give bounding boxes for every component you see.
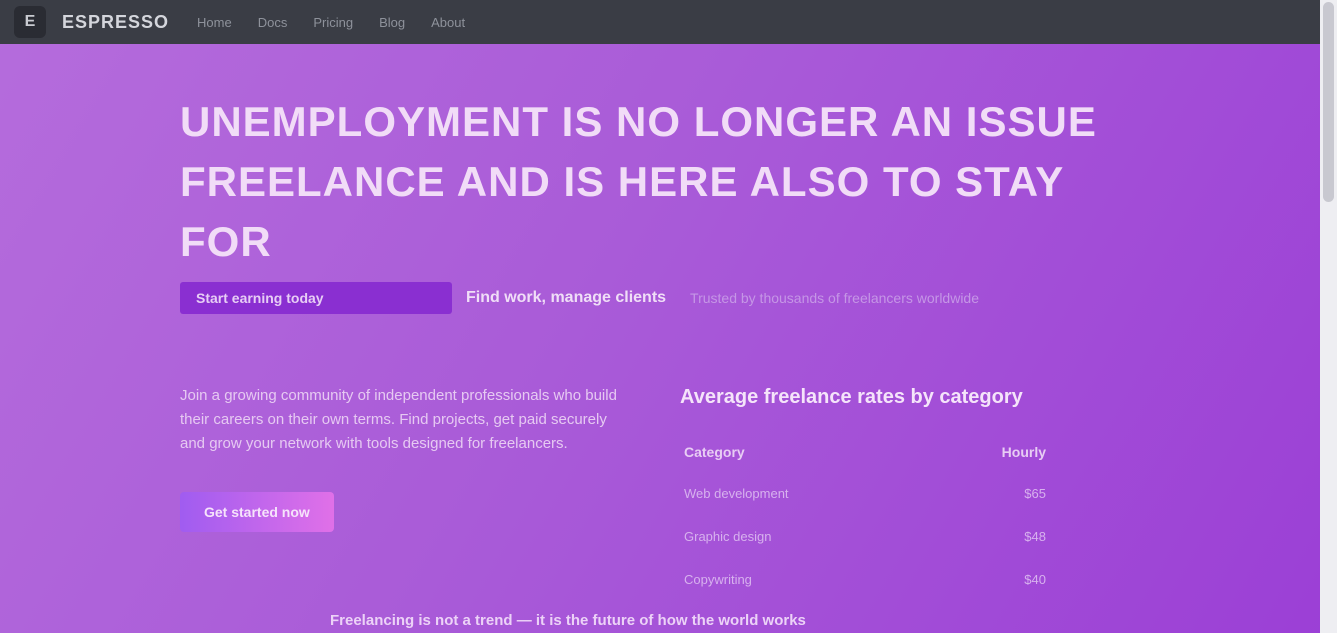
brand-name[interactable]: ESPRESSO bbox=[62, 12, 169, 33]
footer-tagline: Freelancing is not a trend — it is the f… bbox=[330, 612, 806, 629]
intro-column: Join a growing community of independent … bbox=[180, 384, 630, 601]
table-row: Graphic design $48 bbox=[680, 515, 1050, 558]
content-columns: Join a growing community of independent … bbox=[180, 384, 1160, 601]
table-header: Category Hourly bbox=[680, 432, 1050, 472]
nav-link-blog[interactable]: Blog bbox=[379, 15, 405, 30]
table-cell: $40 bbox=[1024, 572, 1046, 587]
vertical-scrollbar[interactable] bbox=[1320, 0, 1337, 633]
table-cell: Copywriting bbox=[684, 572, 752, 587]
nav-link-docs[interactable]: Docs bbox=[258, 15, 288, 30]
rates-table: Category Hourly Web development $65 Grap… bbox=[680, 432, 1050, 601]
get-started-button[interactable]: Get started now bbox=[180, 492, 334, 532]
table-cell: $48 bbox=[1024, 529, 1046, 544]
page: E ESPRESSO Home Docs Pricing Blog About … bbox=[0, 0, 1337, 633]
hero-tag: Start earning today bbox=[180, 282, 452, 314]
hero-subtitle-secondary: Trusted by thousands of freelancers worl… bbox=[690, 290, 980, 306]
nav-link-about[interactable]: About bbox=[431, 15, 465, 30]
column-header-category: Category bbox=[684, 444, 745, 460]
table-row: Web development $65 bbox=[680, 472, 1050, 515]
hero-title: Unemployment is no longer an issue freel… bbox=[180, 98, 1097, 265]
nav-links: Home Docs Pricing Blog About bbox=[197, 15, 491, 30]
nav-link-pricing[interactable]: Pricing bbox=[313, 15, 353, 30]
top-navbar: E ESPRESSO Home Docs Pricing Blog About bbox=[0, 0, 1320, 44]
table-cell: $65 bbox=[1024, 486, 1046, 501]
scrollbar-thumb[interactable] bbox=[1323, 2, 1334, 202]
main-content: Unemployment is no longer an issue freel… bbox=[180, 92, 1160, 601]
table-row: Copywriting $40 bbox=[680, 558, 1050, 601]
rates-panel: Average freelance rates by category Cate… bbox=[680, 384, 1080, 601]
logo-icon[interactable]: E bbox=[14, 6, 46, 38]
table-cell: Web development bbox=[684, 486, 789, 501]
hero-subtitle-row: Start earning today Find work, manage cl… bbox=[180, 282, 1160, 314]
intro-description: Join a growing community of independent … bbox=[180, 387, 617, 452]
table-cell: Graphic design bbox=[684, 529, 772, 544]
column-header-hourly: Hourly bbox=[1001, 444, 1046, 460]
nav-link-home[interactable]: Home bbox=[197, 15, 232, 30]
rates-panel-title: Average freelance rates by category bbox=[680, 386, 1023, 408]
hero-subtitle: Find work, manage clients bbox=[466, 289, 667, 306]
